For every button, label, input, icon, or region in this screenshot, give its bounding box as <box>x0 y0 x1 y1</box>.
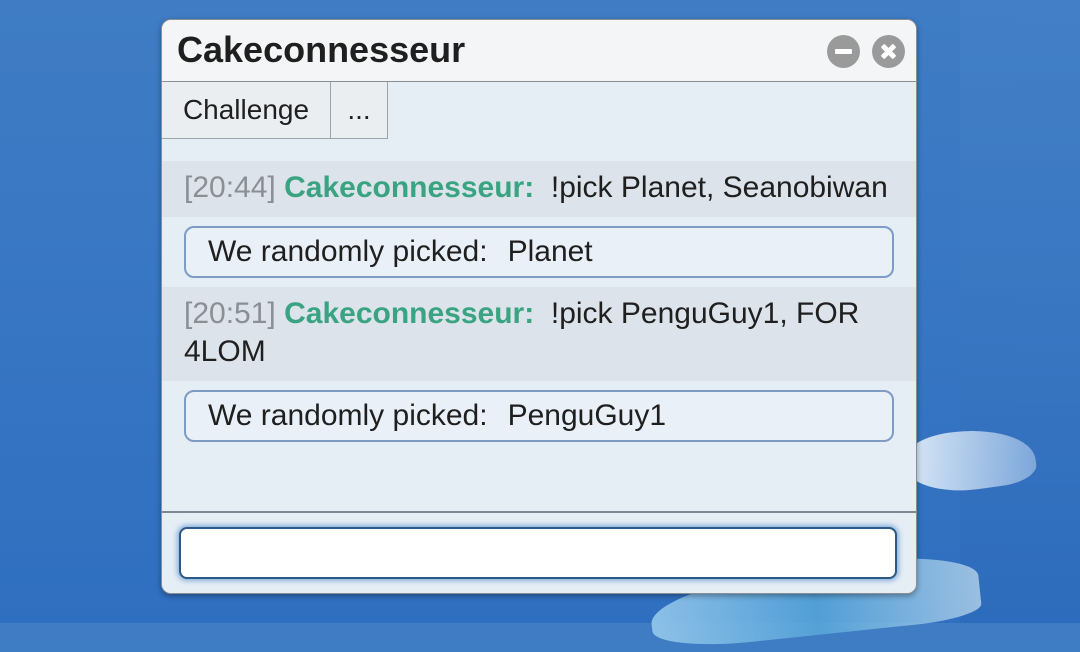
message-input[interactable] <box>179 527 897 579</box>
message-timestamp: [20:51] <box>184 297 276 330</box>
message-text: !pick Planet, Seanobiwan <box>550 171 888 204</box>
message-timestamp: [20:44] <box>184 171 276 204</box>
message-username[interactable]: Cakeconnesseur: <box>284 171 534 204</box>
window-title: Cakeconnesseur <box>177 29 466 70</box>
chat-message: [20:51] Cakeconnesseur: !pick PenguGuy1,… <box>162 287 916 381</box>
challenge-button[interactable]: Challenge <box>162 82 331 139</box>
close-icon[interactable] <box>872 35 905 68</box>
desktop-background-streak <box>960 0 1080 623</box>
chat-window: Cakeconnesseur Challenge ... [20:44] Cak… <box>161 19 917 594</box>
message-username[interactable]: Cakeconnesseur: <box>284 297 534 330</box>
random-pick-result: We randomly picked: PenguGuy1 <box>184 390 894 442</box>
message-log: [20:44] Cakeconnesseur: !pick Planet, Se… <box>162 161 916 451</box>
minimize-icon[interactable] <box>827 35 860 68</box>
random-pick-result: We randomly picked: Planet <box>184 226 894 278</box>
pick-label: We randomly picked: <box>208 235 488 268</box>
message-input-area <box>162 511 916 593</box>
desktop-background-streak <box>901 421 1039 499</box>
pick-value: Planet <box>507 235 593 268</box>
chat-message: [20:44] Cakeconnesseur: !pick Planet, Se… <box>162 161 916 217</box>
pick-value: PenguGuy1 <box>507 399 667 432</box>
title-bar[interactable]: Cakeconnesseur <box>162 20 916 82</box>
more-options-button[interactable]: ... <box>331 82 388 139</box>
toolbar: Challenge ... <box>162 82 388 140</box>
pick-label: We randomly picked: <box>208 399 488 432</box>
